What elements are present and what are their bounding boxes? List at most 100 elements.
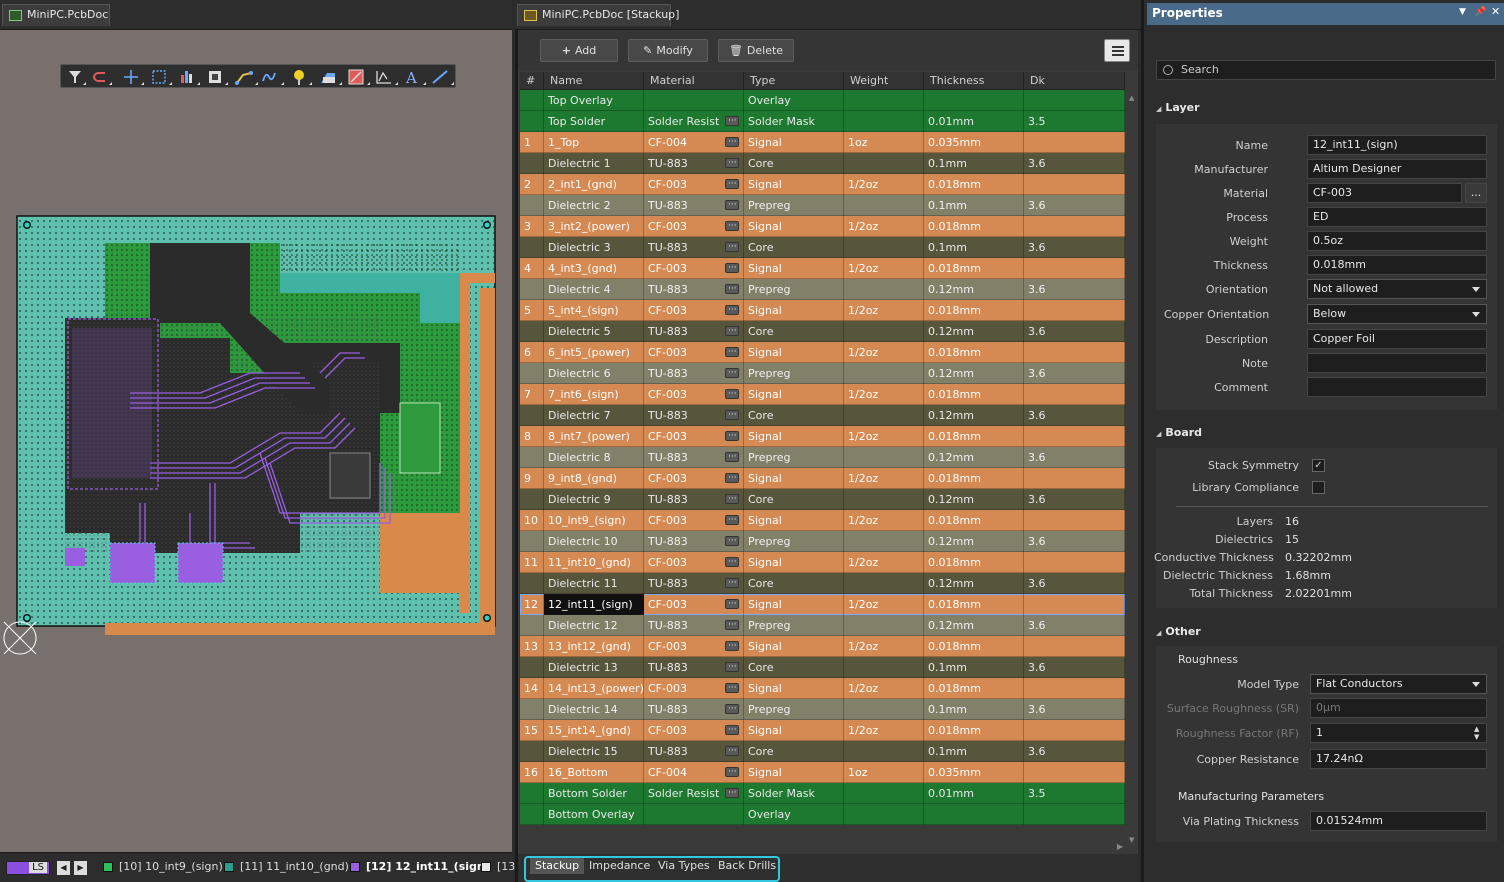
cell-type[interactable]: Signal xyxy=(744,552,844,573)
cell-num[interactable]: 16 xyxy=(520,762,544,783)
stackup-row[interactable]: Dielectric 12 TU-883 Prepreg 0.12mm 3.6 xyxy=(520,615,1125,636)
material-ellipsis-button[interactable] xyxy=(725,237,739,258)
cell-dk[interactable] xyxy=(1024,762,1125,783)
material-ellipsis-button[interactable] xyxy=(725,216,739,237)
cell-type[interactable]: Core xyxy=(744,153,844,174)
cell-material[interactable]: Solder Resist xyxy=(644,111,744,132)
cell-thickness[interactable]: 0.1mm xyxy=(924,195,1024,216)
cell-weight[interactable] xyxy=(844,111,924,132)
roughness-factor-field[interactable]: 1 ▲ ▼ xyxy=(1310,723,1487,743)
cell-thickness[interactable]: 0.018mm xyxy=(924,426,1024,447)
cell-type[interactable]: Core xyxy=(744,321,844,342)
layer-next-button[interactable]: ▶ xyxy=(74,861,87,875)
tab-pcb-doc[interactable]: MiniPC.PcbDoc xyxy=(2,4,110,26)
cell-num[interactable] xyxy=(520,111,544,132)
name-field[interactable]: 12_int11_(sign) xyxy=(1307,135,1487,155)
cell-dk[interactable]: 3.6 xyxy=(1024,405,1125,426)
cell-material[interactable]: CF-003 xyxy=(644,720,744,741)
material-ellipsis-button[interactable] xyxy=(725,699,739,720)
route-icon[interactable] xyxy=(93,72,105,82)
properties-search-input[interactable]: Search xyxy=(1156,60,1496,80)
layer-prev-button[interactable]: ◀ xyxy=(57,861,70,875)
cell-name[interactable]: Dielectric 10 xyxy=(544,531,644,552)
cell-name[interactable]: Dielectric 7 xyxy=(544,405,644,426)
stackup-row[interactable]: Bottom Solder Solder Resist Solder Mask 0.0… xyxy=(520,783,1125,804)
cell-material[interactable]: CF-004 xyxy=(644,762,744,783)
stackup-row[interactable]: Dielectric 6 TU-883 Prepreg 0.12mm 3.6 xyxy=(520,363,1125,384)
cell-dk[interactable]: 3.6 xyxy=(1024,237,1125,258)
cell-type[interactable]: Prepreg xyxy=(744,195,844,216)
highlight-icon[interactable] xyxy=(348,69,364,85)
stackup-row[interactable]: Dielectric 1 TU-883 Core 0.1mm 3.6 xyxy=(520,153,1125,174)
cell-thickness[interactable]: 0.018mm xyxy=(924,552,1024,573)
cell-name[interactable]: 10_int9_(sign) xyxy=(544,510,644,531)
cell-material[interactable]: CF-003 xyxy=(644,678,744,699)
cell-name[interactable]: 12_int11_(sign) xyxy=(544,594,644,615)
cell-thickness[interactable]: 0.035mm xyxy=(924,762,1024,783)
cell-weight[interactable]: 1/2oz xyxy=(844,258,924,279)
cell-type[interactable]: Signal xyxy=(744,762,844,783)
cell-weight[interactable]: 1/2oz xyxy=(844,720,924,741)
stackup-row[interactable]: 16 16_Bottom CF-004 Signal 1oz 0.035mm xyxy=(520,762,1125,783)
cell-type[interactable]: Signal xyxy=(744,426,844,447)
cell-material[interactable]: TU-883 xyxy=(644,405,744,426)
stackup-row[interactable]: 7 7_int6_(sign) CF-003 Signal 1/2oz 0.018mm xyxy=(520,384,1125,405)
cell-thickness[interactable]: 0.018mm xyxy=(924,678,1024,699)
cell-dk[interactable] xyxy=(1024,678,1125,699)
stackup-row[interactable]: 9 9_int8_(gnd) CF-003 Signal 1/2oz 0.018mm xyxy=(520,468,1125,489)
material-ellipsis-button[interactable] xyxy=(725,405,739,426)
cell-num[interactable]: 15 xyxy=(520,720,544,741)
delete-layer-button[interactable]: 🗑 Delete xyxy=(718,39,794,62)
stackup-row[interactable]: 3 3_int2_(power) CF-003 Signal 1/2oz 0.018mm xyxy=(520,216,1125,237)
material-ellipsis-button[interactable] xyxy=(725,279,739,300)
cell-name[interactable]: Dielectric 4 xyxy=(544,279,644,300)
cell-type[interactable]: Signal xyxy=(744,132,844,153)
cell-weight[interactable]: 1/2oz xyxy=(844,678,924,699)
cell-material[interactable]: CF-003 xyxy=(644,342,744,363)
cell-dk[interactable]: 3.6 xyxy=(1024,699,1125,720)
material-ellipsis-button[interactable] xyxy=(725,258,739,279)
cell-type[interactable]: Prepreg xyxy=(744,279,844,300)
cell-dk[interactable]: 3.6 xyxy=(1024,657,1125,678)
cell-material[interactable]: CF-003 xyxy=(644,510,744,531)
cell-num[interactable]: 7 xyxy=(520,384,544,405)
cell-name[interactable]: 1_Top xyxy=(544,132,644,153)
add-layer-button[interactable]: + Add xyxy=(540,39,618,62)
cell-weight[interactable] xyxy=(844,237,924,258)
cell-name[interactable]: Dielectric 15 xyxy=(544,741,644,762)
cell-weight[interactable] xyxy=(844,405,924,426)
cell-dk[interactable] xyxy=(1024,384,1125,405)
cell-weight[interactable] xyxy=(844,804,924,825)
cell-weight[interactable]: 1/2oz xyxy=(844,552,924,573)
orientation-select[interactable]: Not allowed xyxy=(1307,279,1487,299)
cell-num[interactable] xyxy=(520,615,544,636)
cell-name[interactable]: Dielectric 3 xyxy=(544,237,644,258)
cell-material[interactable]: CF-003 xyxy=(644,300,744,321)
stackup-row[interactable]: 4 4_int3_(gnd) CF-003 Signal 1/2oz 0.018mm xyxy=(520,258,1125,279)
cell-material[interactable]: TU-883 xyxy=(644,447,744,468)
cell-thickness[interactable]: 0.01mm xyxy=(924,783,1024,804)
cell-type[interactable]: Signal xyxy=(744,174,844,195)
cell-weight[interactable] xyxy=(844,531,924,552)
cell-dk[interactable]: 3.6 xyxy=(1024,363,1125,384)
material-ellipsis-button[interactable] xyxy=(725,783,739,804)
cell-thickness[interactable]: 0.1mm xyxy=(924,153,1024,174)
cell-material[interactable]: TU-883 xyxy=(644,489,744,510)
cell-material[interactable]: TU-883 xyxy=(644,741,744,762)
cell-type[interactable]: Prepreg xyxy=(744,615,844,636)
cell-num[interactable]: 6 xyxy=(520,342,544,363)
cell-dk[interactable] xyxy=(1024,300,1125,321)
stackup-row[interactable]: Dielectric 15 TU-883 Core 0.1mm 3.6 xyxy=(520,741,1125,762)
cell-thickness[interactable]: 0.018mm xyxy=(924,342,1024,363)
cell-type[interactable]: Prepreg xyxy=(744,447,844,468)
cell-dk[interactable]: 3.6 xyxy=(1024,447,1125,468)
cell-num[interactable]: 4 xyxy=(520,258,544,279)
cell-thickness[interactable]: 0.1mm xyxy=(924,237,1024,258)
cell-weight[interactable]: 1/2oz xyxy=(844,342,924,363)
cell-num[interactable]: 12 xyxy=(520,594,544,615)
cell-type[interactable]: Solder Mask xyxy=(744,111,844,132)
cell-type[interactable]: Core xyxy=(744,237,844,258)
cell-thickness[interactable] xyxy=(924,90,1024,111)
cell-material[interactable] xyxy=(644,90,744,111)
col-header-material[interactable]: Material xyxy=(644,72,744,90)
